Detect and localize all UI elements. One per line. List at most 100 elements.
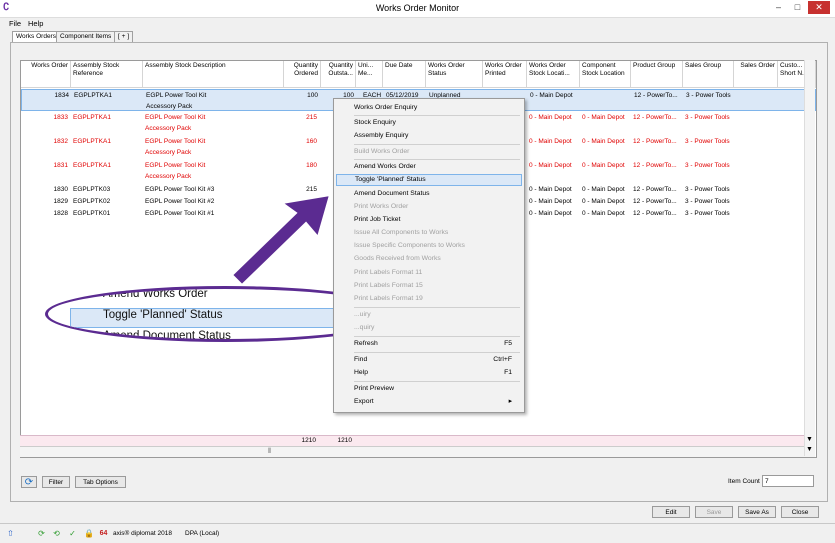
cell-product-group: 12 - PowerTo... bbox=[633, 210, 677, 217]
cell-qty: 215 bbox=[306, 114, 317, 121]
menu-item-amend-document-status[interactable]: Amend Document Status bbox=[336, 188, 522, 200]
menu-separator bbox=[354, 115, 520, 116]
horizontal-scrollbar[interactable]: ⦀ bbox=[20, 446, 815, 457]
menu-item-help-shortcut: F1 bbox=[504, 369, 512, 376]
menu-item-build-works-order: Build Works Order bbox=[354, 148, 410, 155]
maximize-button[interactable]: □ bbox=[789, 1, 806, 14]
menu-item-issue-all-components: Issue All Components to Works bbox=[354, 229, 449, 236]
menu-item-find[interactable]: Find Ctrl+F bbox=[336, 354, 522, 366]
menu-item-help-label: Help bbox=[354, 369, 368, 376]
col-works-order[interactable]: Works Order bbox=[21, 61, 71, 88]
cell-sales-group: 3 - Power Tools bbox=[686, 92, 731, 99]
col-product-group[interactable]: Product Group bbox=[631, 61, 683, 88]
refresh-icon[interactable]: ⟳ bbox=[21, 476, 37, 488]
minimize-button[interactable]: – bbox=[770, 1, 787, 14]
menu-item-stock-enquiry[interactable]: Stock Enquiry bbox=[336, 117, 522, 129]
arrow-shape bbox=[230, 193, 332, 287]
col-stock-location[interactable]: Works Order Stock Locati... bbox=[527, 61, 580, 88]
menu-item-print-preview[interactable]: Print Preview bbox=[336, 383, 522, 395]
menu-separator bbox=[354, 159, 520, 160]
sync-icon[interactable]: ⟲ bbox=[52, 529, 61, 538]
cell-desc: EGPL Power Tool Kit bbox=[145, 162, 206, 169]
menu-bar: File Help bbox=[0, 18, 835, 29]
cell-order: 1831 bbox=[53, 162, 68, 169]
total-qty: 1210 bbox=[301, 437, 316, 444]
menu-item-works-order-enquiry[interactable]: Works Order Enquiry bbox=[336, 102, 522, 114]
context-menu: Works Order Enquiry Stock Enquiry Assemb… bbox=[333, 98, 525, 413]
menu-item-refresh[interactable]: Refresh F5 bbox=[336, 338, 522, 350]
cell-ref: EGPLPTK02 bbox=[73, 198, 111, 205]
tab-add[interactable]: [ + ] bbox=[114, 31, 134, 42]
cell-desc2: Accessory Pack bbox=[146, 103, 193, 110]
tab-component-items[interactable]: Component Items bbox=[56, 31, 116, 42]
tab-options-button[interactable]: Tab Options bbox=[75, 476, 126, 488]
menu-item-enquiry-a: ...uiry bbox=[354, 311, 371, 318]
menu-item-print-labels-11: Print Labels Format 11 bbox=[354, 269, 423, 276]
cell-product-group: 12 - PowerTo... bbox=[633, 162, 677, 169]
refresh-green-icon[interactable]: ⟳ bbox=[37, 529, 46, 538]
status-bar: ⇧ ⟳ ⟲ ✓ 🔒 64 axis® diplomat 2018 DPA (Lo… bbox=[0, 523, 835, 543]
cell-component-location: 0 - Main Depot bbox=[582, 162, 625, 169]
menu-separator bbox=[354, 307, 520, 308]
menu-item-find-shortcut: Ctrl+F bbox=[493, 356, 512, 363]
window-title: Works Order Monitor bbox=[375, 3, 460, 13]
app-name: axis® diplomat 2018 bbox=[113, 530, 172, 537]
menu-item-enquiry-b: ...quiry bbox=[354, 324, 375, 331]
col-sales-group[interactable]: Sales Group bbox=[683, 61, 734, 88]
save-as-button[interactable]: Save As bbox=[738, 506, 776, 518]
edit-button[interactable]: Edit bbox=[652, 506, 690, 518]
menu-item-assembly-enquiry[interactable]: Assembly Enquiry bbox=[336, 130, 522, 142]
cell-order: 1832 bbox=[53, 138, 68, 145]
cell-location: 0 - Main Depot bbox=[529, 138, 572, 145]
col-unit[interactable]: Uni... Me... bbox=[356, 61, 383, 88]
menu-help[interactable]: Help bbox=[28, 19, 43, 28]
cell-location: 0 - Main Depot bbox=[529, 186, 572, 193]
cell-sales-group: 3 - Power Tools bbox=[685, 114, 730, 121]
filter-button[interactable]: Filter bbox=[42, 476, 70, 488]
col-sales-order[interactable]: Sales Order bbox=[734, 61, 778, 88]
cell-desc2: Accessory Pack bbox=[145, 173, 192, 180]
save-button[interactable]: Save bbox=[695, 506, 733, 518]
database-name: DPA (Local) bbox=[185, 530, 220, 537]
scroll-grip-icon: ⦀ bbox=[268, 448, 272, 455]
menu-item-amend-works-order[interactable]: Amend Works Order bbox=[336, 161, 522, 173]
cell-location: 0 - Main Depot bbox=[529, 198, 572, 205]
close-button[interactable]: Close bbox=[781, 506, 819, 518]
menu-item-help[interactable]: Help F1 bbox=[336, 367, 522, 379]
col-due-date[interactable]: Due Date bbox=[383, 61, 426, 88]
lock-icon[interactable]: 🔒 bbox=[84, 529, 94, 538]
menu-separator bbox=[354, 352, 520, 353]
menu-item-print-labels-19: Print Labels Format 19 bbox=[354, 295, 423, 302]
cell-ref: EGPLPTK01 bbox=[73, 210, 111, 217]
cell-qty: 160 bbox=[306, 138, 317, 145]
cell-product-group: 12 - PowerTo... bbox=[633, 198, 677, 205]
cell-component-location: 0 - Main Depot bbox=[582, 138, 625, 145]
cell-qty: 180 bbox=[306, 162, 317, 169]
upload-icon[interactable]: ⇧ bbox=[6, 529, 15, 538]
menu-item-issue-specific-components: Issue Specific Components to Works bbox=[354, 242, 465, 249]
menu-item-export[interactable]: Export ▸ bbox=[336, 396, 522, 408]
scroll-down-icon[interactable]: ▼ bbox=[806, 446, 813, 453]
menu-item-refresh-shortcut: F5 bbox=[504, 340, 512, 347]
col-qty-ordered[interactable]: Quantity Ordered bbox=[284, 61, 321, 88]
col-printed[interactable]: Works Order Printed bbox=[483, 61, 527, 88]
close-window-button[interactable]: ✕ bbox=[808, 1, 830, 14]
cell-order: 1834 bbox=[54, 92, 69, 99]
check-icon[interactable]: ✓ bbox=[68, 529, 77, 538]
cell-order: 1833 bbox=[53, 114, 68, 121]
col-assembly-desc[interactable]: Assembly Stock Description bbox=[143, 61, 284, 88]
col-qty-outstanding[interactable]: Quantity Outsta... bbox=[321, 61, 356, 88]
menu-item-toggle-planned-status[interactable]: Toggle 'Planned' Status bbox=[336, 174, 522, 186]
menu-separator bbox=[354, 336, 520, 337]
item-count-field[interactable]: 7 bbox=[762, 475, 814, 487]
vertical-scrollbar[interactable]: ▼ ▼ bbox=[804, 60, 815, 456]
cell-sales-group: 3 - Power Tools bbox=[685, 198, 730, 205]
menu-file[interactable]: File bbox=[9, 19, 21, 28]
item-count-label: Item Count bbox=[728, 478, 760, 485]
scroll-end-icon[interactable]: ▼ bbox=[806, 436, 813, 443]
col-assembly-ref[interactable]: Assembly Stock Reference bbox=[71, 61, 143, 88]
col-component-location[interactable]: Component Stock Location bbox=[580, 61, 631, 88]
cell-component-location: 0 - Main Depot bbox=[582, 210, 625, 217]
menu-item-print-job-ticket[interactable]: Print Job Ticket bbox=[336, 214, 522, 226]
col-status[interactable]: Works Order Status bbox=[426, 61, 483, 88]
